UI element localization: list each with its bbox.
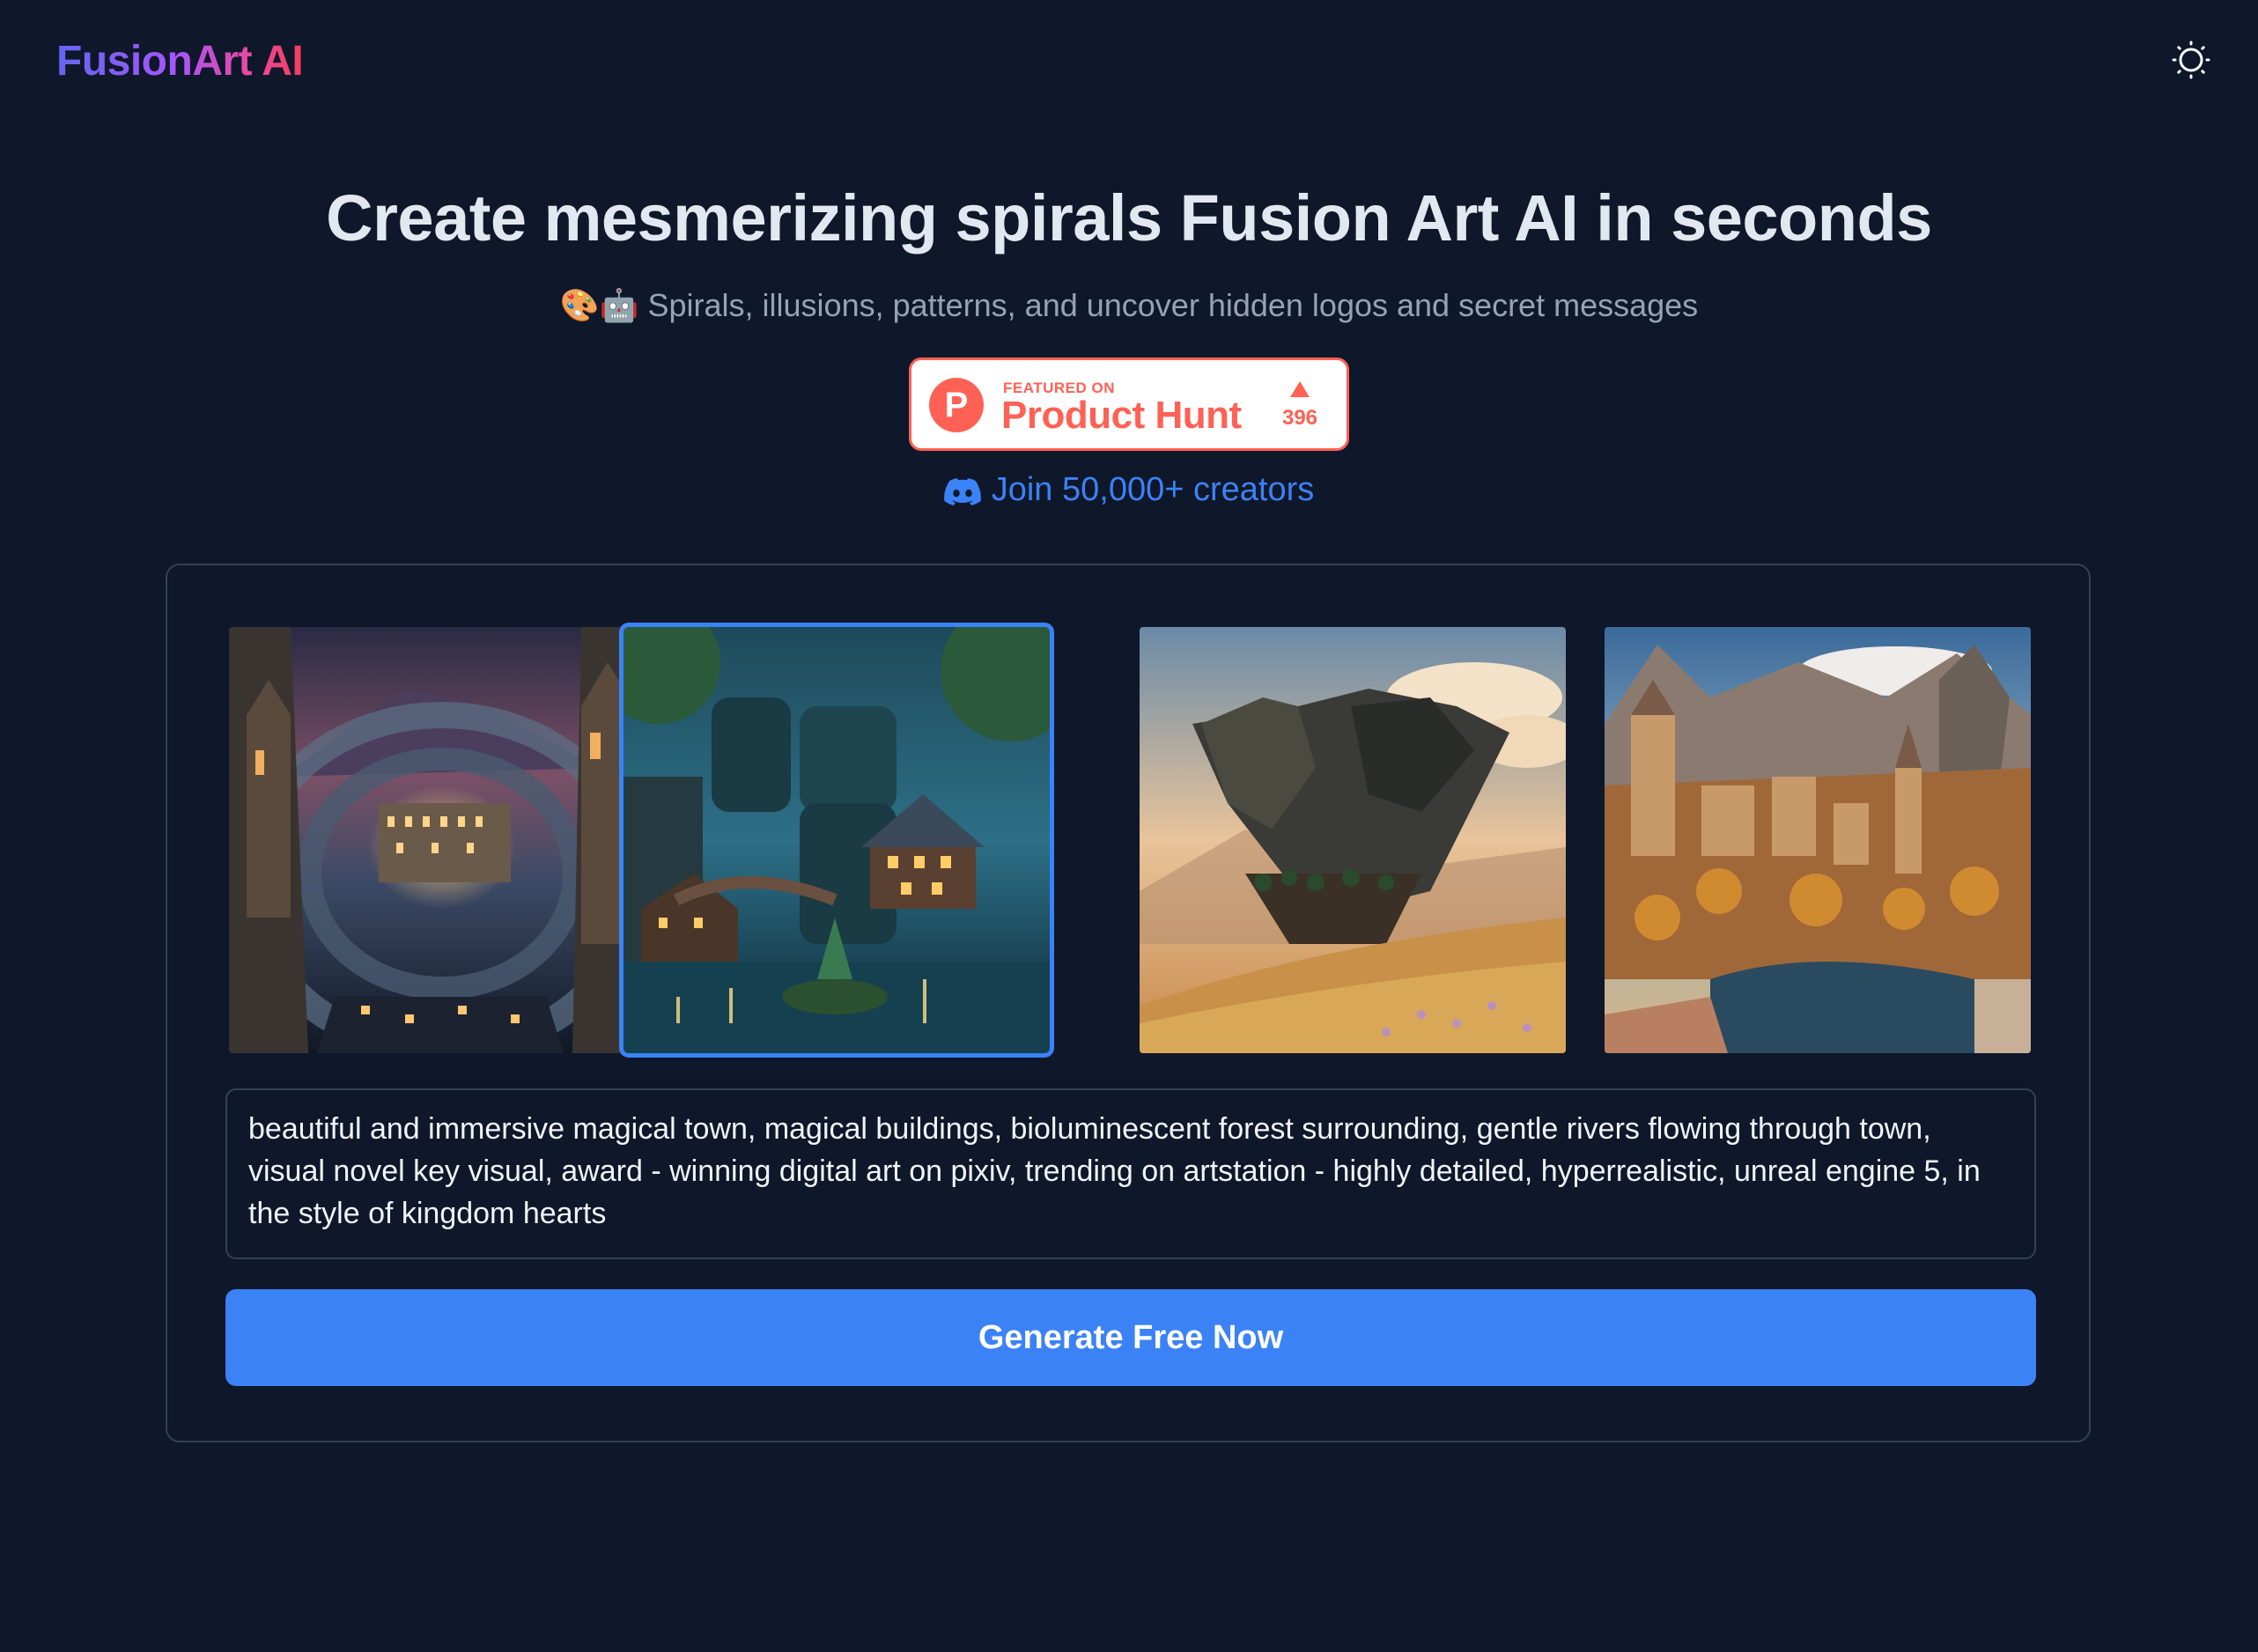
- palette-robot-emoji-icon: 🎨🤖: [559, 287, 639, 323]
- gallery-thumbnail-1[interactable]: [229, 627, 655, 1053]
- generate-button[interactable]: Generate Free Now: [225, 1289, 2036, 1386]
- discord-link-label: Join 50,000+ creators: [991, 471, 1315, 508]
- gallery-thumbnail-2[interactable]: [619, 623, 1054, 1058]
- discord-community-link[interactable]: Join 50,000+ creators: [0, 465, 2258, 514]
- image-thumbnail: [1140, 627, 1566, 1053]
- upvote-arrow-icon: [1290, 381, 1310, 397]
- image-thumbnail: [229, 627, 655, 1053]
- discord-icon: [943, 478, 981, 505]
- image-thumbnail: [624, 627, 1050, 1053]
- site-header: FusionArt AI: [0, 0, 2258, 123]
- product-hunt-logo-icon: P: [929, 378, 984, 432]
- subtitle-text: Spirals, illusions, patterns, and uncove…: [647, 287, 1699, 323]
- gallery-thumbnail-3[interactable]: [1140, 627, 1566, 1053]
- product-hunt-badge[interactable]: P FEATURED ON Product Hunt 396: [909, 358, 1349, 451]
- brand-logo[interactable]: FusionArt AI: [56, 33, 304, 90]
- image-thumbnail: [1605, 627, 2031, 1053]
- generator-card: beautiful and immersive magical town, ma…: [166, 564, 2091, 1442]
- prompt-textarea[interactable]: beautiful and immersive magical town, ma…: [225, 1088, 2036, 1259]
- sun-icon: [2172, 41, 2210, 79]
- theme-toggle-button[interactable]: [2170, 39, 2212, 81]
- page-title: Create mesmerizing spirals Fusion Art AI…: [326, 181, 1932, 254]
- gallery-thumbnail-4[interactable]: [1605, 627, 2031, 1053]
- page-subtitle: 🎨🤖 Spirals, illusions, patterns, and unco…: [0, 284, 2258, 328]
- product-hunt-upvote-count: 396: [1281, 406, 1318, 430]
- product-hunt-name: Product Hunt: [1001, 394, 1242, 437]
